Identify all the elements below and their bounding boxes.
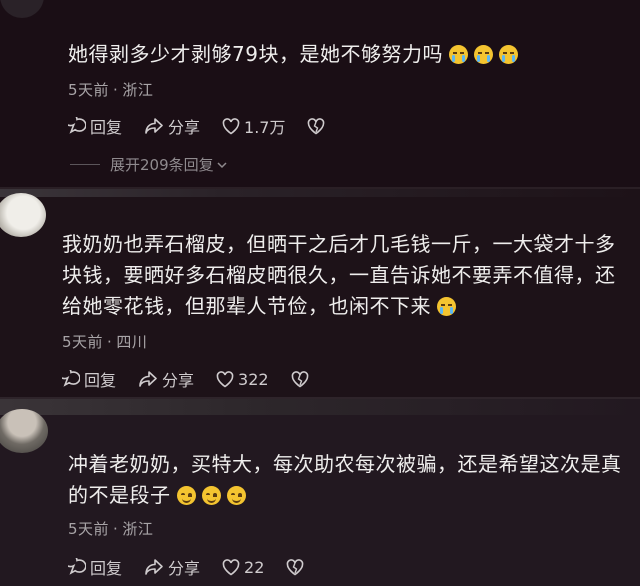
comment-time: 5天前 xyxy=(62,333,104,351)
smiling-face-icon xyxy=(201,486,221,505)
comment-meta: 5天前 · 浙江 xyxy=(68,520,154,538)
like-button[interactable]: 322 xyxy=(216,370,269,389)
like-button[interactable]: 1.7万 xyxy=(222,114,285,138)
dislike-button[interactable] xyxy=(307,117,329,135)
comment-item: 她得剥多少才剥够79块，是她不够努力吗 5天前 · 浙江 回复 分享 1.7万 展开… xyxy=(0,0,640,187)
share-button[interactable]: 分享 xyxy=(144,555,200,579)
broken-heart-icon xyxy=(287,558,304,575)
like-button[interactable]: 22 xyxy=(222,558,264,577)
comment-time: 5天前 xyxy=(68,81,110,99)
dislike-button[interactable] xyxy=(286,558,308,576)
dislike-button[interactable] xyxy=(291,370,313,388)
divider xyxy=(70,164,100,165)
comment-time: 5天前 xyxy=(68,520,110,538)
share-icon xyxy=(139,371,157,387)
heart-icon xyxy=(222,558,240,575)
like-count: 22 xyxy=(244,557,265,577)
avatar-row-strip xyxy=(0,189,640,197)
crying-face-icon xyxy=(448,45,468,64)
avatar[interactable] xyxy=(0,193,46,237)
reply-button[interactable]: 回复 xyxy=(68,114,122,138)
comment-item: 我奶奶也弄石榴皮，但晒干之后才几毛钱一斤，一大袋才十多块钱，要晒好多石榴皮晒很久… xyxy=(0,187,640,399)
comment-meta: 5天前 · 浙江 xyxy=(68,81,154,99)
share-icon xyxy=(145,118,163,134)
heart-icon xyxy=(216,370,234,387)
comment-item: 冲着老奶奶，买特大，每次助农每次被骗，还是希望这次是真的不是段子 5天前 · 浙江 … xyxy=(0,397,640,586)
reply-button[interactable]: 回复 xyxy=(68,555,122,579)
expand-replies-button[interactable]: 展开209条回复 xyxy=(70,154,228,175)
crying-face-icon xyxy=(498,45,518,64)
comment-text: 我奶奶也弄石榴皮，但晒干之后才几毛钱一斤，一大袋才十多块钱，要晒好多石榴皮晒很久… xyxy=(62,229,622,322)
smiling-face-icon xyxy=(176,486,196,505)
comment-meta: 5天前 · 四川 xyxy=(62,333,148,351)
comment-location: 浙江 xyxy=(122,81,154,99)
share-button[interactable]: 分享 xyxy=(138,367,194,391)
comment-actions: 回复 分享 22 xyxy=(68,555,330,579)
comment-location: 四川 xyxy=(116,333,148,351)
comment-body: 我奶奶也弄石榴皮，但晒干之后才几毛钱一斤，一大袋才十多块钱，要晒好多石榴皮晒很久… xyxy=(62,232,616,318)
smiling-face-icon xyxy=(226,486,246,505)
heart-icon xyxy=(222,117,240,134)
comment-location: 浙江 xyxy=(122,520,154,538)
comment-actions: 回复 分享 1.7万 xyxy=(68,114,351,138)
like-count: 322 xyxy=(238,369,269,389)
share-button[interactable]: 分享 xyxy=(144,114,200,138)
comment-body: 她得剥多少才剥够79块，是她不够努力吗 xyxy=(68,42,443,66)
like-count: 1.7万 xyxy=(244,118,286,137)
chevron-down-icon xyxy=(217,161,227,168)
broken-heart-icon xyxy=(308,117,325,134)
crying-face-icon xyxy=(473,45,493,64)
comment-text: 冲着老奶奶，买特大，每次助农每次被骗，还是希望这次是真的不是段子 xyxy=(68,449,628,511)
crying-face-icon xyxy=(437,297,456,316)
comment-body: 冲着老奶奶，买特大，每次助农每次被骗，还是希望这次是真的不是段子 xyxy=(68,452,622,507)
reply-icon xyxy=(62,370,80,387)
share-icon xyxy=(145,559,163,575)
reply-button[interactable]: 回复 xyxy=(62,367,116,391)
avatar-row-strip xyxy=(0,399,640,415)
comment-actions: 回复 分享 322 xyxy=(62,367,335,391)
avatar[interactable] xyxy=(0,409,48,453)
comment-text: 她得剥多少才剥够79块，是她不够努力吗 xyxy=(68,39,628,70)
broken-heart-icon xyxy=(291,370,308,387)
avatar[interactable] xyxy=(0,0,44,18)
reply-icon xyxy=(68,558,86,575)
reply-icon xyxy=(68,117,86,134)
